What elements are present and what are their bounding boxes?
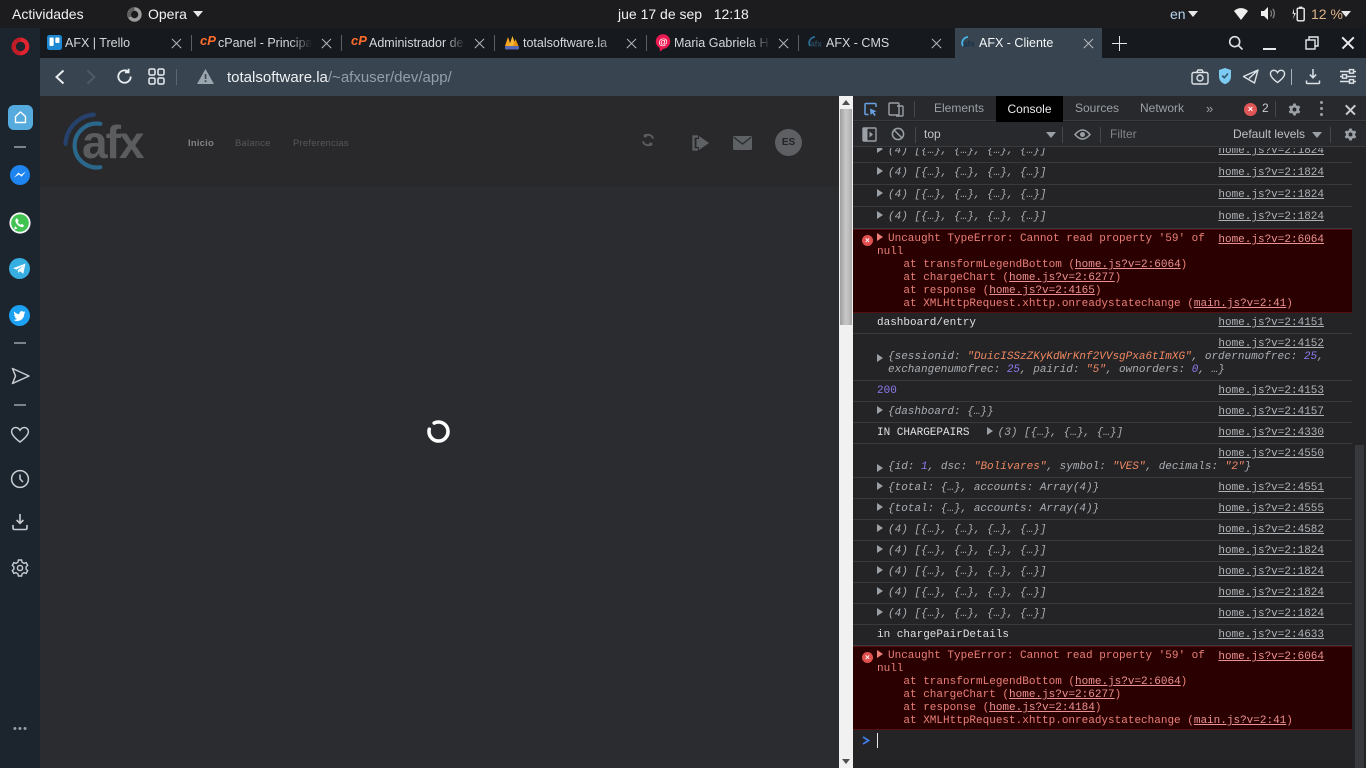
svg-text:@: @ — [658, 37, 667, 48]
svg-text:afx: afx — [810, 40, 822, 49]
svg-text:afx: afx — [82, 116, 145, 168]
svg-text:afx: afx — [963, 40, 975, 49]
